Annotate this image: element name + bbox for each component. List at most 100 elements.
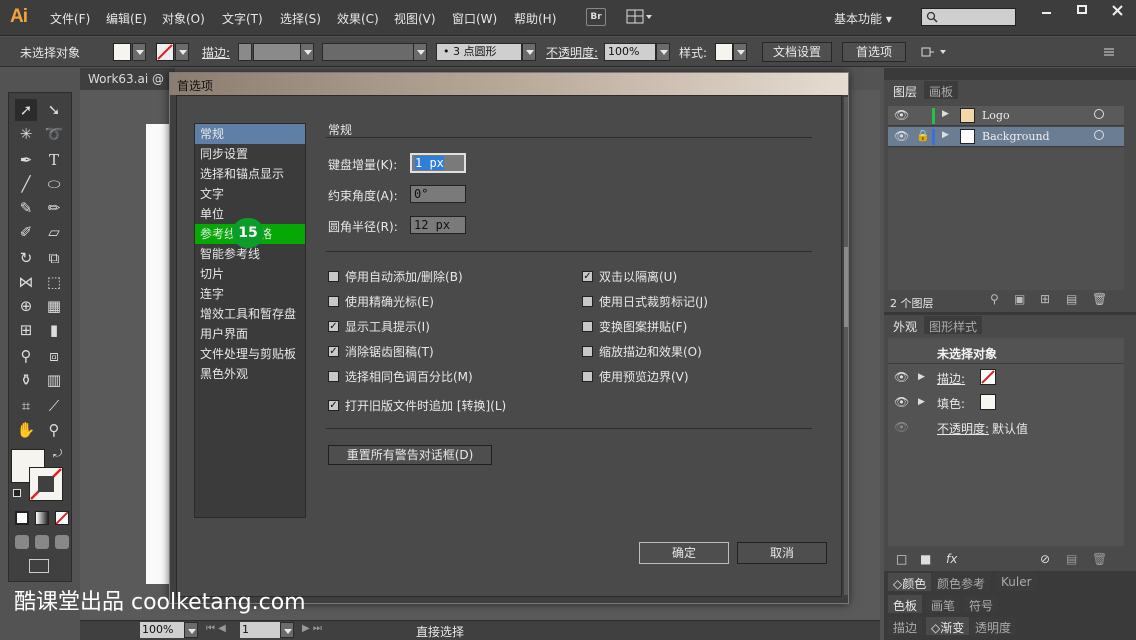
ok-button[interactable]: 确定: [639, 542, 729, 564]
rotate-tool-icon[interactable]: ↻: [15, 247, 37, 269]
color-mode-icon[interactable]: [15, 511, 29, 525]
maximize-button[interactable]: [1064, 0, 1100, 22]
right-checkbox-label-4[interactable]: 使用预览边界(V): [599, 368, 689, 385]
tab-swatches[interactable]: 色板: [888, 595, 923, 613]
opacity-label[interactable]: 不透明度:: [546, 44, 598, 61]
left-checkbox-label-4[interactable]: 选择相同色调百分比(M): [345, 368, 473, 385]
fill-dropdown[interactable]: [132, 43, 146, 61]
expand-triangle-icon[interactable]: ▶: [918, 397, 925, 407]
left-checkbox-label-5[interactable]: 打开旧版文件时追加 [转换](L): [345, 397, 506, 414]
zoom-tool-icon[interactable]: ⚲: [43, 419, 65, 441]
left-checkbox-4[interactable]: [328, 371, 339, 382]
stroke-weight-input[interactable]: [253, 43, 301, 61]
stroke-color-box[interactable]: [29, 467, 63, 501]
category-user-interface[interactable]: 用户界面: [195, 324, 305, 344]
ellipse-tool-icon[interactable]: ⬭: [43, 173, 65, 195]
category-type[interactable]: 文字: [195, 184, 305, 204]
symbol-sprayer-tool-icon[interactable]: ⚱: [15, 369, 37, 391]
duplicate-item-icon[interactable]: ▤: [1066, 552, 1077, 566]
eyedropper-tool-icon[interactable]: ⚲: [15, 345, 37, 367]
right-checkbox-4[interactable]: [582, 371, 593, 382]
appearance-fill-swatch[interactable]: [980, 394, 996, 410]
lasso-tool-icon[interactable]: ➰: [43, 123, 65, 145]
fill-swatch[interactable]: [113, 43, 131, 61]
draw-behind-icon[interactable]: [35, 535, 49, 549]
eraser-tool-icon[interactable]: ▱: [43, 221, 65, 243]
tab-transparency[interactable]: 透明度: [970, 617, 1017, 635]
tab-layers[interactable]: 图层: [888, 81, 923, 99]
mesh-tool-icon[interactable]: ⊞: [15, 319, 37, 341]
stroke-swatch[interactable]: [156, 43, 174, 61]
category-selection-anchor[interactable]: 选择和锚点显示: [195, 164, 305, 184]
right-checkbox-0[interactable]: ✓: [582, 271, 593, 282]
zoom-dropdown[interactable]: [184, 622, 198, 638]
add-fill-icon[interactable]: ■: [920, 552, 931, 566]
gradient-tool-icon[interactable]: ▮: [43, 319, 65, 341]
hand-tool-icon[interactable]: ✋: [15, 419, 37, 441]
pencil-tool-icon[interactable]: ✏: [43, 197, 65, 219]
close-button[interactable]: [1100, 0, 1136, 22]
corner-radius-input[interactable]: 12 px: [410, 216, 466, 234]
menu-object[interactable]: 对象(O): [162, 10, 205, 27]
category-hyphenation[interactable]: 连字: [195, 284, 305, 304]
magic-wand-tool-icon[interactable]: ✳: [15, 123, 37, 145]
category-slices[interactable]: 切片: [195, 264, 305, 284]
width-tool-icon[interactable]: ⋈: [15, 271, 37, 293]
menu-window[interactable]: 窗口(W): [452, 10, 497, 27]
new-sublayer-icon[interactable]: ⊞: [1040, 292, 1050, 306]
layer-row-background[interactable]: 👁 🔒 ▶ Background: [888, 127, 1124, 147]
delete-item-icon[interactable]: 🗑: [1092, 552, 1107, 566]
tab-color[interactable]: ◇颜色: [888, 573, 932, 591]
layer-name[interactable]: Background: [982, 130, 1050, 143]
stroke-weight-stepper[interactable]: [238, 43, 252, 61]
right-checkbox-label-2[interactable]: 变换图案拼贴(F): [599, 318, 687, 335]
right-checkbox-1[interactable]: [582, 296, 593, 307]
opacity-dropdown[interactable]: [656, 43, 670, 61]
tab-stroke[interactable]: 描边: [888, 617, 923, 635]
stroke-label[interactable]: 描边:: [202, 44, 230, 61]
category-general[interactable]: 常规: [195, 124, 305, 144]
left-checkbox-0[interactable]: [328, 271, 339, 282]
direct-selection-tool-icon[interactable]: ➘: [43, 99, 65, 121]
search-input[interactable]: [921, 8, 1016, 26]
cancel-button[interactable]: 取消: [737, 542, 827, 564]
right-checkbox-3[interactable]: [582, 346, 593, 357]
align-icon[interactable]: [920, 45, 948, 59]
target-circle-icon[interactable]: [1094, 130, 1104, 140]
blend-tool-icon[interactable]: ⧈: [43, 345, 65, 367]
menu-edit[interactable]: 编辑(E): [106, 10, 147, 27]
right-checkbox-label-0[interactable]: 双击以隔离(U): [599, 268, 677, 285]
screen-mode-icon[interactable]: [29, 559, 49, 573]
none-mode-icon[interactable]: [55, 511, 69, 525]
artboard-tool-icon[interactable]: ⌗: [15, 395, 37, 417]
minimize-button[interactable]: [1028, 0, 1064, 22]
left-checkbox-3[interactable]: ✓: [328, 346, 339, 357]
add-effect-icon[interactable]: fx: [946, 552, 957, 566]
right-checkbox-label-3[interactable]: 缩放描边和效果(O): [599, 343, 702, 360]
column-graph-tool-icon[interactable]: ▥: [43, 369, 65, 391]
variable-width-dropdown[interactable]: [413, 43, 427, 61]
zoom-input[interactable]: 100%: [140, 622, 184, 638]
panel-menu-icon[interactable]: [1100, 46, 1116, 58]
tab-artboards[interactable]: 画板: [924, 81, 959, 99]
expand-triangle-icon[interactable]: ▶: [918, 372, 925, 382]
tab-kuler[interactable]: Kuler: [996, 573, 1037, 591]
draw-inside-icon[interactable]: [55, 535, 69, 549]
free-transform-tool-icon[interactable]: ⬚: [43, 271, 65, 293]
tab-color-guide[interactable]: 颜色参考: [932, 573, 991, 591]
tab-symbols[interactable]: 符号: [964, 595, 999, 613]
bridge-button[interactable]: Br: [586, 8, 606, 26]
left-checkbox-label-0[interactable]: 停用自动添加/删除(B): [345, 268, 463, 285]
document-tab[interactable]: Work63.ai @: [80, 68, 175, 90]
keyboard-increment-input[interactable]: 1 px: [410, 153, 466, 173]
stroke-weight-dropdown[interactable]: [300, 43, 314, 61]
style-swatch[interactable]: [715, 43, 733, 61]
brush-select[interactable]: • 3 点圆形: [436, 43, 522, 61]
scale-tool-icon[interactable]: ⧉: [43, 247, 65, 269]
perspective-grid-tool-icon[interactable]: ▦: [43, 295, 65, 317]
right-checkbox-2[interactable]: [582, 321, 593, 332]
stroke-dropdown[interactable]: [175, 43, 189, 61]
tab-brushes[interactable]: 画笔: [926, 595, 961, 613]
layer-name[interactable]: Logo: [982, 109, 1010, 122]
make-clipping-mask-icon[interactable]: ▣: [1014, 292, 1025, 306]
